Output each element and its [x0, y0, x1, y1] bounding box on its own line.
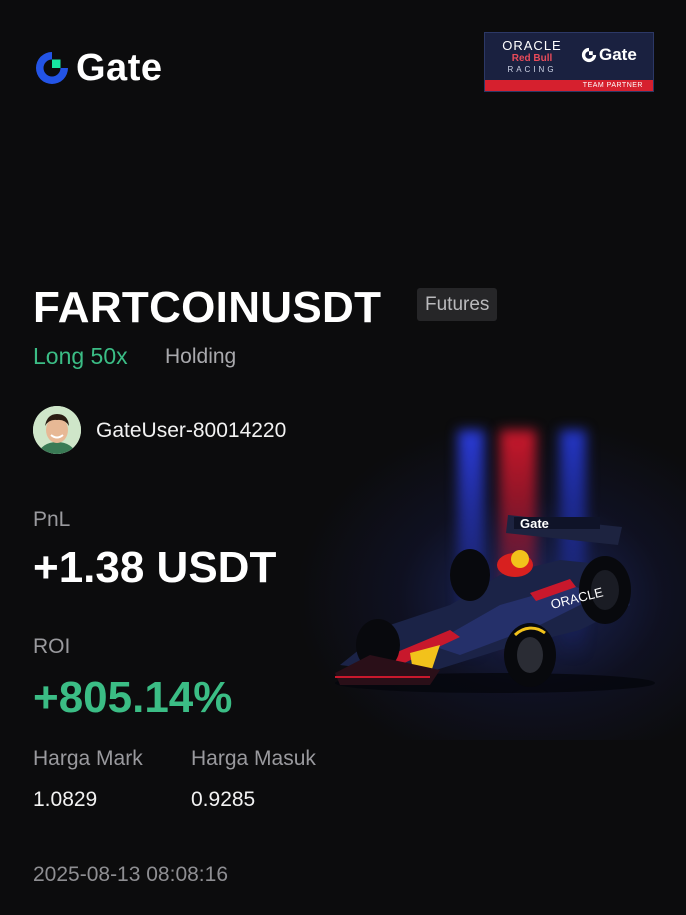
avatar-icon: [33, 406, 81, 454]
partner-gate-text: Gate: [599, 45, 637, 64]
position-status: Holding: [165, 345, 237, 368]
entry-price-value: 0.9285: [191, 788, 256, 811]
pnl-label: PnL: [33, 508, 71, 531]
timestamp: 2025-08-13 08:08:16: [33, 863, 228, 886]
username: GateUser-80014220: [96, 419, 287, 442]
roi-label: ROI: [33, 635, 71, 658]
partner-racing-text: RACING: [507, 65, 557, 74]
gate-logo: Gate: [34, 48, 162, 88]
team-partner-badge: ORACLE Red Bull RACING Gate TEAM PARTNER: [484, 32, 654, 92]
team-partner-strip: TEAM PARTNER: [485, 80, 653, 91]
entry-price-label: Harga Masuk: [191, 747, 316, 770]
brand-name: Gate: [76, 47, 163, 89]
market-type-badge: Futures: [417, 288, 498, 321]
contract-symbol: FARTCOINUSDT: [33, 283, 382, 332]
avatar: [33, 406, 81, 454]
mark-price-label: Harga Mark: [33, 747, 143, 770]
f1-car-image: Gate ORACLE: [335, 515, 655, 693]
partner-redbull-text: Red Bull: [511, 53, 553, 64]
car-wing-text: Gate: [520, 516, 549, 531]
pnl-value: +1.38 USDT: [33, 543, 277, 592]
gate-mini-icon: [581, 47, 597, 63]
mark-price-value: 1.0829: [33, 788, 98, 811]
partner-oracle-text: ORACLE: [502, 38, 562, 53]
gate-logo-icon: [36, 52, 68, 84]
position-direction: Long 50x: [33, 343, 128, 369]
partner-gate-logo: Gate: [581, 45, 637, 65]
share-card: Gate ORACLE Red Bull RACING Gate TEAM PA…: [0, 0, 686, 915]
roi-value: +805.14%: [33, 673, 233, 722]
